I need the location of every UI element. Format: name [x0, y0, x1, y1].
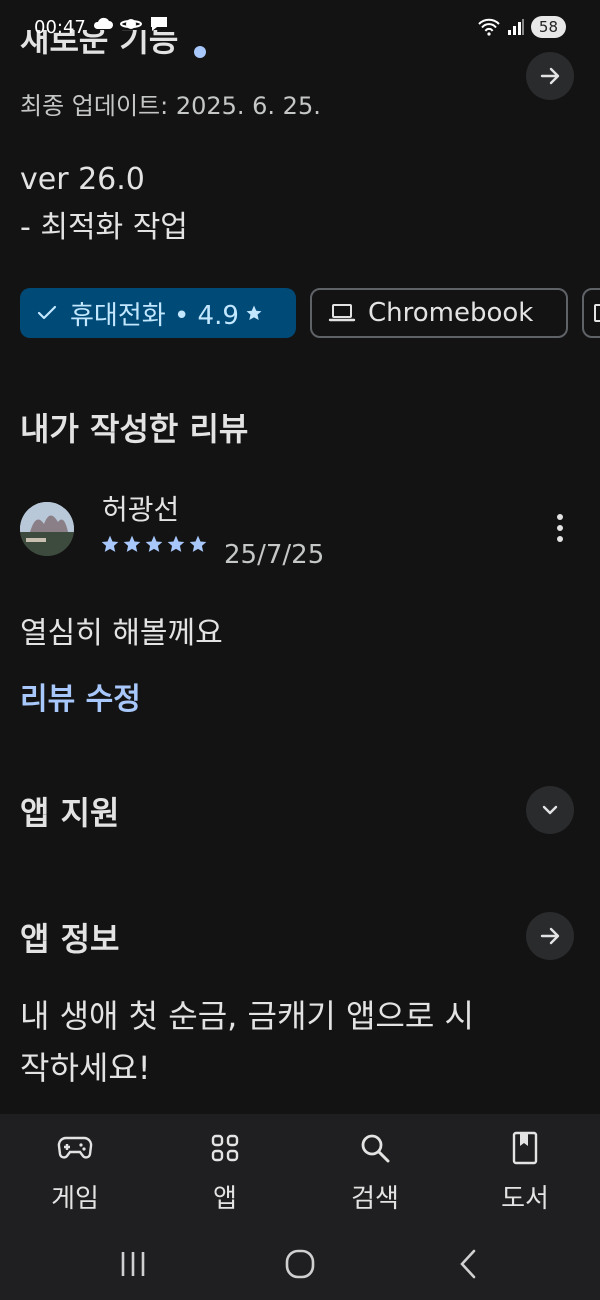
status-time: 00:47 — [34, 17, 86, 38]
cloud-icon — [93, 17, 113, 29]
edit-review-link[interactable]: 리뷰 수정 — [20, 674, 141, 718]
nav-games-label: 게임 — [51, 1184, 99, 1214]
gamepad-icon — [57, 1136, 93, 1159]
star-icon — [101, 535, 119, 552]
nav-apps[interactable]: 앱 — [150, 1114, 300, 1232]
book-icon — [512, 1131, 538, 1165]
nav-search[interactable]: 검색 — [300, 1114, 450, 1232]
star-icon — [167, 535, 185, 552]
review-text: 열심히 해볼께요 — [20, 616, 223, 651]
arrow-right-icon — [540, 67, 560, 85]
avatar[interactable] — [20, 502, 74, 556]
apps-grid-icon — [211, 1134, 239, 1162]
avatar-photo — [20, 502, 74, 556]
more-options-icon[interactable] — [548, 508, 572, 548]
star-icon — [189, 535, 207, 552]
bottom-navigation: 게임 앱 검색 도서 — [0, 1114, 600, 1232]
app-support-heading: 앱 지원 — [20, 794, 120, 832]
check-icon — [37, 305, 57, 320]
arrow-right-icon — [540, 927, 560, 945]
status-bar: 00:47 58 — [0, 0, 600, 56]
release-notes: ver 26.0 - 최적화 작업 — [20, 156, 188, 252]
battery-indicator: 58 — [530, 16, 566, 38]
chat-icon — [151, 17, 167, 31]
last-updated-date: 최종 업데이트: 2025. 6. 25. — [20, 92, 321, 120]
home-icon — [285, 1249, 315, 1279]
reviewer-name: 허광선 — [102, 493, 180, 526]
back-icon — [460, 1249, 476, 1279]
release-note-line: - 최적화 작업 — [20, 210, 188, 245]
chip-next-partial[interactable] — [582, 288, 600, 338]
nav-search-label: 검색 — [351, 1184, 399, 1214]
about-app-arrow-button[interactable] — [526, 912, 574, 960]
chip-phone[interactable]: 휴대전화 • 4.9 — [20, 288, 296, 338]
recents-button[interactable] — [118, 1244, 148, 1284]
status-right: 58 — [477, 16, 566, 38]
review-rating-stars — [100, 534, 208, 554]
signal-icon — [507, 19, 524, 35]
nav-books-label: 도서 — [501, 1184, 549, 1214]
nav-games[interactable]: 게임 — [0, 1114, 150, 1232]
nav-apps-label: 앱 — [213, 1184, 237, 1214]
planet-icon — [120, 19, 142, 29]
star-icon — [246, 305, 262, 321]
whats-new-arrow-button[interactable] — [526, 52, 574, 100]
release-version: ver 26.0 — [20, 162, 145, 197]
star-icon — [145, 535, 163, 552]
chip-chromebook[interactable]: Chromebook — [310, 288, 568, 338]
star-icon — [123, 535, 141, 552]
notification-icons — [92, 15, 170, 33]
device-chips: 휴대전화 • 4.9 Chromebook — [20, 288, 600, 338]
chevron-down-icon — [542, 805, 558, 815]
chip-phone-label: 휴대전화 • 4.9 — [70, 300, 239, 331]
about-app-description: 내 생애 첫 순금, 금캐기 앱으로 시작하세요! — [20, 997, 474, 1087]
app-support-expand-button[interactable] — [526, 786, 574, 834]
my-review-heading: 내가 작성한 리뷰 — [20, 410, 249, 448]
review-date: 25/7/25 — [224, 540, 325, 570]
wifi-icon — [478, 18, 500, 36]
system-navigation-bar — [0, 1232, 600, 1300]
search-icon — [361, 1134, 390, 1163]
about-app-heading: 앱 정보 — [20, 920, 120, 958]
chip-chromebook-label: Chromebook — [368, 298, 534, 328]
tablet-icon — [594, 304, 600, 322]
home-button[interactable] — [284, 1244, 316, 1284]
laptop-icon — [328, 304, 356, 322]
back-button[interactable] — [456, 1244, 480, 1284]
recents-icon — [121, 1252, 145, 1276]
nav-books[interactable]: 도서 — [450, 1114, 600, 1232]
